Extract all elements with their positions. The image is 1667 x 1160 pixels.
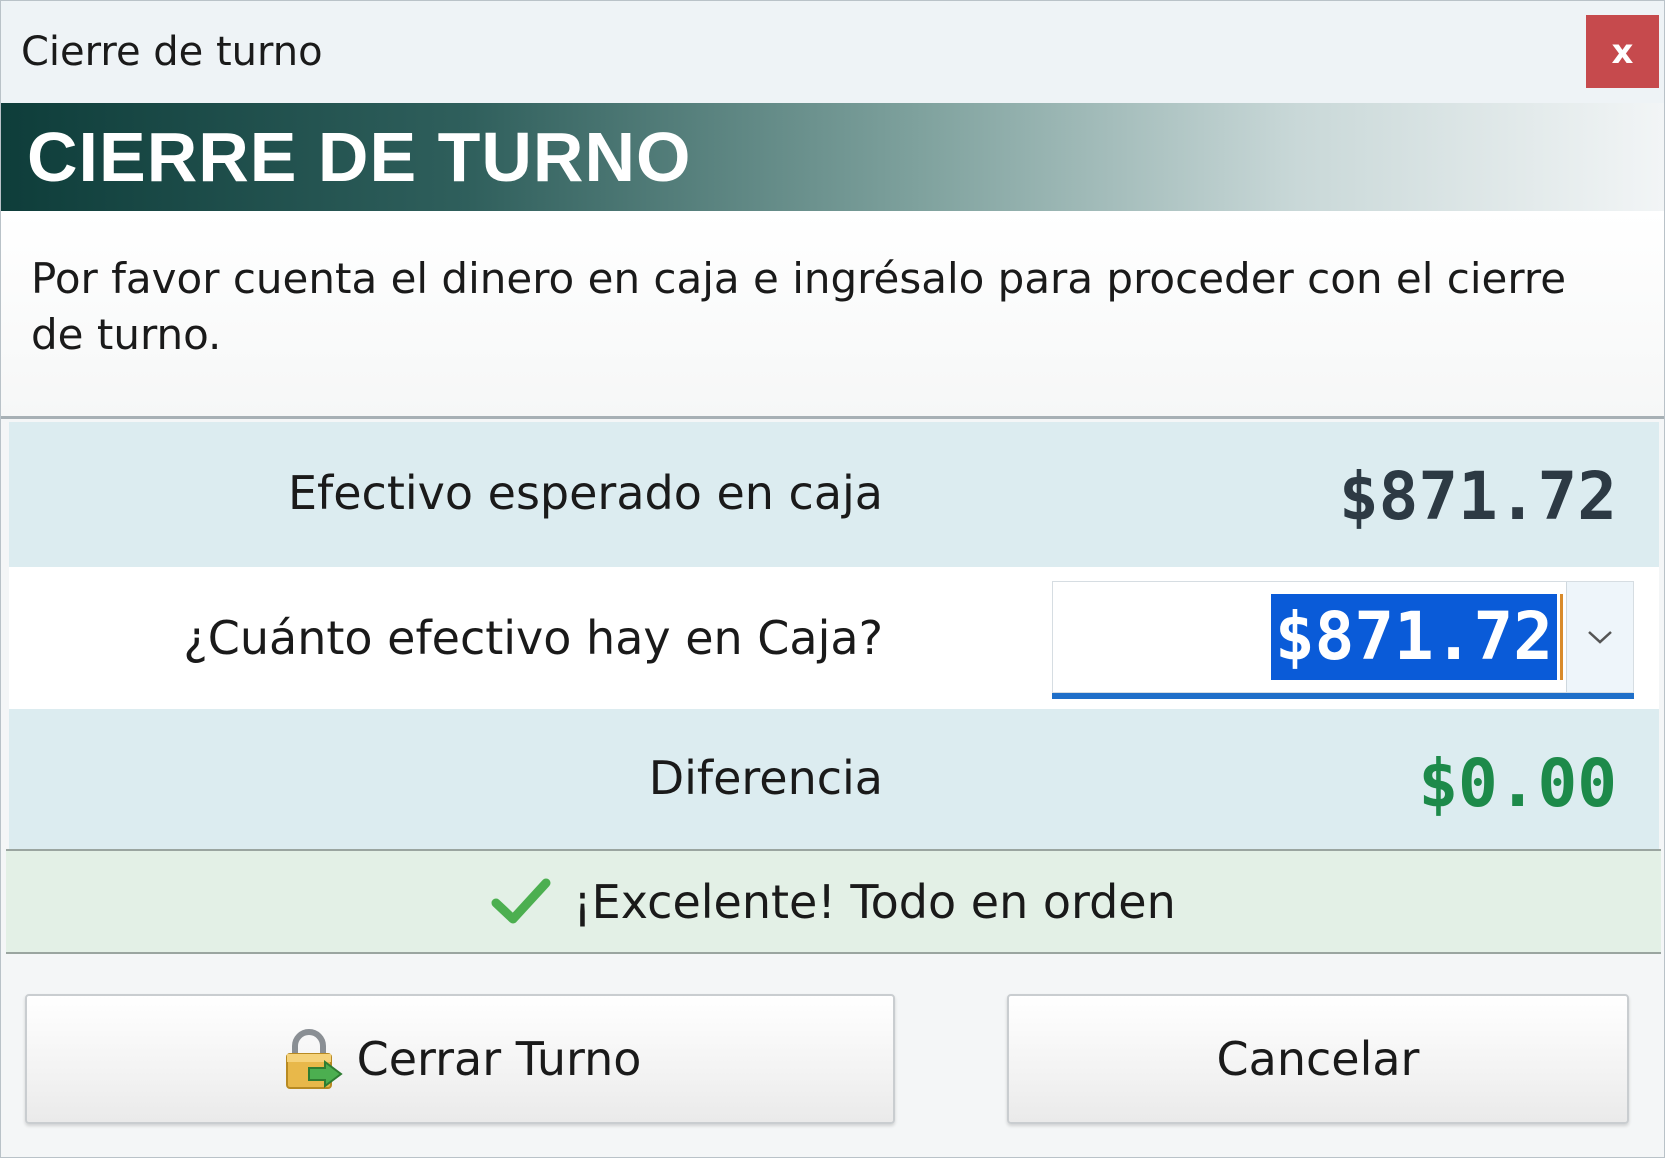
instructions-text: Por favor cuenta el dinero en caja e ing…	[31, 254, 1567, 359]
instructions-panel: Por favor cuenta el dinero en caja e ing…	[1, 211, 1664, 419]
counted-cash-row: ¿Cuánto efectivo hay en Caja? $871.72	[9, 567, 1659, 709]
close-window-button[interactable]: x	[1586, 15, 1659, 88]
expected-cash-value: $871.72	[1338, 458, 1617, 535]
lock-exit-icon	[285, 1029, 343, 1089]
close-icon: x	[1611, 31, 1634, 72]
button-area: Cerrar Turno Cancelar	[1, 954, 1664, 1157]
close-shift-button-label: Cerrar Turno	[356, 1032, 642, 1086]
window-title: Cierre de turno	[21, 29, 323, 75]
difference-row: Diferencia $0.00	[9, 709, 1659, 849]
difference-value: $0.00	[1418, 745, 1617, 822]
cancel-button[interactable]: Cancelar	[1007, 994, 1629, 1124]
input-focus-underline	[1052, 693, 1634, 699]
counted-cash-label: ¿Cuánto efectivo hay en Caja?	[183, 611, 883, 665]
banner-heading: CIERRE DE TURNO	[27, 118, 692, 196]
expected-cash-label: Efectivo esperado en caja	[287, 466, 883, 520]
difference-label: Diferencia	[648, 751, 883, 805]
close-shift-dialog: Cierre de turno x CIERRE DE TURNO Por fa…	[0, 0, 1665, 1158]
status-bar: ¡Excelente! Todo en orden	[6, 849, 1661, 954]
checkmark-icon	[491, 878, 551, 923]
title-bar: Cierre de turno x	[1, 1, 1664, 103]
counted-cash-input[interactable]: $871.72	[1052, 581, 1634, 693]
counted-cash-value[interactable]: $871.72	[1270, 594, 1557, 680]
chevron-down-icon	[1588, 631, 1612, 644]
close-shift-button[interactable]: Cerrar Turno	[25, 994, 895, 1124]
text-caret	[1560, 594, 1563, 680]
expected-cash-row: Efectivo esperado en caja $871.72	[9, 422, 1659, 567]
status-message: ¡Excelente! Todo en orden	[573, 874, 1176, 929]
counted-cash-dropdown-button[interactable]	[1566, 582, 1633, 692]
cancel-button-label: Cancelar	[1216, 1032, 1420, 1086]
header-banner: CIERRE DE TURNO	[1, 103, 1664, 211]
